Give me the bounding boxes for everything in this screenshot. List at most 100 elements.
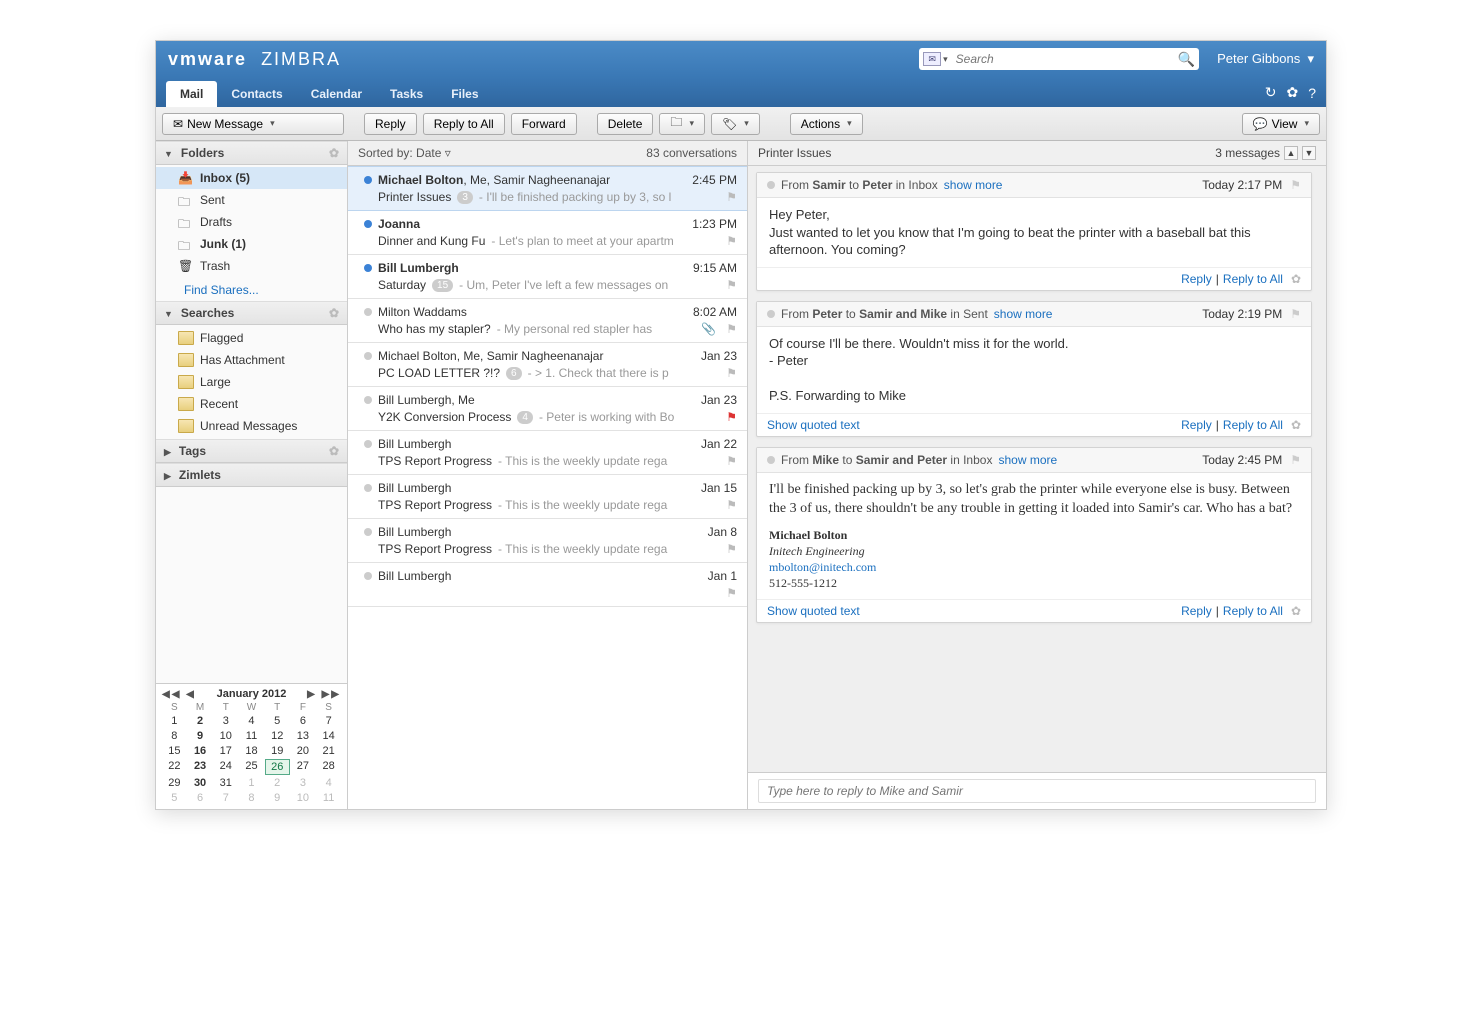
message-item[interactable]: Michael Bolton, Me, Samir Nagheenanajar2… [348,166,747,211]
cal-day[interactable]: 11 [316,791,341,805]
folder-trash[interactable]: 🗑Trash [156,255,347,277]
reply-link[interactable]: Reply [1181,604,1212,618]
flag-icon[interactable]: ⚑ [726,542,737,556]
zimlets-header[interactable]: Zimlets [156,463,347,487]
cal-day[interactable]: 25 [239,759,264,775]
cal-day[interactable]: 20 [291,744,316,758]
message-item[interactable]: Bill Lumbergh9:15 AMSaturday15- Um, Pete… [348,255,747,299]
flag-icon[interactable]: ⚑ [726,234,737,248]
search-recent[interactable]: Recent [156,393,347,415]
gear-icon[interactable]: ✿ [329,444,339,458]
tags-header[interactable]: Tags✿ [156,439,347,463]
reply-all-link[interactable]: Reply to All [1223,272,1283,286]
user-menu[interactable]: Peter Gibbons ▾ [1217,51,1314,67]
message-item[interactable]: Bill LumberghJan 22TPS Report Progress- … [348,431,747,475]
cal-day[interactable]: 18 [239,744,264,758]
folders-header[interactable]: Folders✿ [156,141,347,165]
cal-day[interactable]: 12 [265,729,290,743]
gear-icon[interactable]: ✿ [1291,272,1301,286]
reply-link[interactable]: Reply [1181,418,1212,432]
search-has-attachment[interactable]: Has Attachment [156,349,347,371]
scroll-down-icon[interactable]: ▼ [1302,146,1316,160]
message-item[interactable]: Bill Lumbergh, MeJan 23Y2K Conversion Pr… [348,387,747,431]
show-more-link[interactable]: show more [998,453,1057,467]
tag-button[interactable]: 🏷 [711,113,760,135]
search-unread-messages[interactable]: Unread Messages [156,415,347,437]
cal-day[interactable]: 2 [188,714,213,728]
cal-day[interactable]: 8 [239,791,264,805]
cal-day[interactable]: 3 [291,776,316,790]
cal-day[interactable]: 9 [265,791,290,805]
show-quoted-link[interactable]: Show quoted text [767,418,860,432]
move-button[interactable]: 🗀 [659,113,705,135]
cal-day[interactable]: 2 [265,776,290,790]
cal-day[interactable]: 4 [316,776,341,790]
refresh-icon[interactable]: ↻ [1265,84,1277,101]
folder-drafts[interactable]: 🗀Drafts [156,211,347,233]
cal-day[interactable]: 28 [316,759,341,775]
flag-icon[interactable]: ⚑ [726,586,737,600]
search-flagged[interactable]: Flagged [156,327,347,349]
flag-icon[interactable]: ⚑ [1290,178,1301,192]
tab-calendar[interactable]: Calendar [297,81,376,107]
flag-icon[interactable]: ⚑ [1290,453,1301,467]
cal-day[interactable]: 10 [291,791,316,805]
flag-icon[interactable]: ⚑ [726,366,737,380]
gear-icon[interactable]: ✿ [329,306,339,320]
search-large[interactable]: Large [156,371,347,393]
search-icon[interactable]: 🔍 [1178,51,1195,68]
cal-day[interactable]: 3 [213,714,238,728]
cal-day[interactable]: 27 [291,759,316,775]
cal-day[interactable]: 4 [239,714,264,728]
cal-day[interactable]: 11 [239,729,264,743]
sort-label[interactable]: Sorted by: Date ▿ [358,146,451,160]
cal-day[interactable]: 9 [188,729,213,743]
message-item[interactable]: Bill LumberghJan 8TPS Report Progress- T… [348,519,747,563]
tab-contacts[interactable]: Contacts [217,81,296,107]
cal-day[interactable]: 17 [213,744,238,758]
cal-day[interactable]: 31 [213,776,238,790]
gear-icon[interactable]: ✿ [1291,604,1301,618]
cal-day[interactable]: 10 [213,729,238,743]
flag-icon[interactable]: ⚑ [726,190,737,204]
forward-button[interactable]: Forward [511,113,577,135]
tab-mail[interactable]: Mail [166,81,217,107]
gear-icon[interactable]: ✿ [1291,418,1301,432]
cal-day[interactable]: 5 [162,791,187,805]
reply-all-link[interactable]: Reply to All [1223,418,1283,432]
quick-reply-input[interactable] [758,779,1316,803]
delete-button[interactable]: Delete [597,113,654,135]
cal-day[interactable]: 16 [188,744,213,758]
scroll-up-icon[interactable]: ▲ [1284,146,1298,160]
show-quoted-link[interactable]: Show quoted text [767,604,860,618]
show-more-link[interactable]: show more [944,178,1003,192]
chevron-down-icon[interactable]: ▾ [943,54,948,65]
cal-day[interactable]: 14 [316,729,341,743]
cal-next[interactable]: ▶ ▶▶ [307,689,341,700]
cal-day[interactable]: 23 [188,759,213,775]
flag-icon[interactable]: ⚑ [726,498,737,512]
folder-inbox-[interactable]: 📥Inbox (5) [156,167,347,189]
reply-all-link[interactable]: Reply to All [1223,604,1283,618]
search-box[interactable]: ✉ ▾ 🔍 [919,48,1199,70]
reply-all-button[interactable]: Reply to All [423,113,505,135]
cal-day[interactable]: 1 [239,776,264,790]
cal-day[interactable]: 24 [213,759,238,775]
tab-files[interactable]: Files [437,81,492,107]
folder-junk-[interactable]: 🗀Junk (1) [156,233,347,255]
cal-day[interactable]: 7 [213,791,238,805]
search-input[interactable] [950,52,1178,66]
searches-header[interactable]: Searches✿ [156,301,347,325]
flag-icon[interactable]: ⚑ [726,410,737,424]
gear-icon[interactable]: ✿ [329,146,339,160]
message-item[interactable]: Michael Bolton, Me, Samir NagheenanajarJ… [348,343,747,387]
folder-sent[interactable]: 🗀Sent [156,189,347,211]
mail-scope-icon[interactable]: ✉ [923,52,941,66]
flag-icon[interactable]: ⚑ [1290,307,1301,321]
cal-day[interactable]: 7 [316,714,341,728]
cal-day[interactable]: 15 [162,744,187,758]
cal-day[interactable]: 6 [188,791,213,805]
cal-day[interactable]: 22 [162,759,187,775]
gear-icon[interactable]: ✿ [1286,84,1298,101]
view-button[interactable]: 💬View [1242,113,1320,135]
